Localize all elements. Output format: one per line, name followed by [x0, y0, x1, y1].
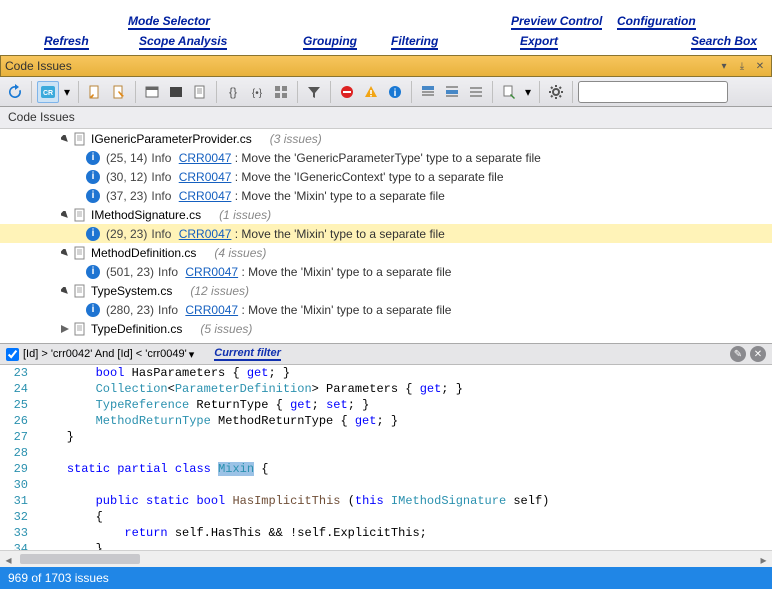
- window-titlebar: Code Issues ▾ ⤓ ✕: [0, 55, 772, 77]
- filter-bar: [Id] > 'crr0042' And [Id] < 'crr0049' ▾ …: [0, 344, 772, 365]
- search-input[interactable]: [587, 83, 742, 101]
- status-text: 969 of 1703 issues: [8, 571, 109, 585]
- group-window-button[interactable]: [141, 81, 163, 103]
- file-node[interactable]: IMethodSignature.cs (1 issues): [0, 205, 772, 224]
- rule-link[interactable]: CRR0047: [179, 227, 232, 241]
- mode-dropdown[interactable]: ▾: [61, 81, 73, 103]
- expander-icon[interactable]: [60, 324, 70, 334]
- preview-middle-button[interactable]: [441, 81, 463, 103]
- anno-config: Configuration: [617, 14, 696, 30]
- expander-icon[interactable]: [60, 210, 70, 220]
- info-icon: i: [86, 170, 100, 184]
- config-button[interactable]: [545, 81, 567, 103]
- expander-icon[interactable]: [60, 134, 70, 144]
- scroll-right-icon[interactable]: ▸: [755, 551, 772, 568]
- filter-error-button[interactable]: [336, 81, 358, 103]
- file-node[interactable]: TypeSystem.cs (12 issues): [0, 281, 772, 300]
- window-menu-icon[interactable]: ▾: [717, 59, 731, 73]
- info-icon: i: [86, 151, 100, 165]
- rule-link[interactable]: CRR0047: [179, 189, 232, 203]
- filter-funnel-button[interactable]: [303, 81, 325, 103]
- scroll-thumb[interactable]: [20, 554, 140, 564]
- issue-entry[interactable]: i (30, 12) Info CRR0047 : Move the 'IGen…: [0, 167, 772, 186]
- filter-checkbox[interactable]: [6, 348, 19, 361]
- filter-clear-button[interactable]: ✕: [750, 346, 766, 362]
- horizontal-scrollbar[interactable]: ◂ ▸: [0, 550, 772, 567]
- expander-icon[interactable]: [60, 248, 70, 258]
- issue-tree[interactable]: IGenericParameterProvider.cs (3 issues) …: [0, 129, 772, 344]
- filter-warning-button[interactable]: [360, 81, 382, 103]
- anno-refresh: Refresh: [44, 34, 89, 50]
- info-icon: i: [86, 303, 100, 317]
- anno-mode: Mode Selector: [128, 14, 210, 30]
- file-icon: [73, 208, 87, 222]
- filter-info-button[interactable]: i: [384, 81, 406, 103]
- group-dotbraces-button[interactable]: {•}: [246, 81, 268, 103]
- file-icon: [73, 284, 87, 298]
- info-icon: i: [86, 227, 100, 241]
- expander-icon[interactable]: [60, 286, 70, 296]
- info-icon: i: [86, 189, 100, 203]
- anno-search: Search Box: [691, 34, 757, 50]
- file-icon: [73, 322, 87, 336]
- file-node[interactable]: MethodDefinition.cs (4 issues): [0, 243, 772, 262]
- mode-cr-button[interactable]: CR: [37, 81, 59, 103]
- issue-entry[interactable]: i (29, 23) Info CRR0047 : Move the 'Mixi…: [0, 224, 772, 243]
- info-icon: i: [86, 265, 100, 279]
- rule-link[interactable]: CRR0047: [185, 303, 238, 317]
- file-icon: [73, 246, 87, 260]
- group-doc-button[interactable]: [189, 81, 211, 103]
- svg-text:i: i: [394, 88, 397, 99]
- preview-top-button[interactable]: [417, 81, 439, 103]
- anno-export: Export: [520, 34, 558, 50]
- issue-entry[interactable]: i (25, 14) Info CRR0047 : Move the 'Gene…: [0, 148, 772, 167]
- window-title: Code Issues: [5, 59, 717, 73]
- anno-scope: Scope Analysis: [139, 34, 227, 50]
- svg-text:{•}: {•}: [252, 88, 263, 99]
- code-preview[interactable]: 23 bool HasParameters { get; } 24 Collec…: [0, 365, 772, 550]
- search-box[interactable]: [578, 81, 728, 103]
- group-braces-button[interactable]: {}: [222, 81, 244, 103]
- status-bar: 969 of 1703 issues: [0, 567, 772, 589]
- scroll-left-icon[interactable]: ◂: [0, 551, 17, 568]
- rule-link[interactable]: CRR0047: [185, 265, 238, 279]
- anno-preview: Preview Control: [511, 14, 602, 30]
- svg-text:CR: CR: [43, 90, 53, 97]
- anno-grouping: Grouping: [303, 34, 357, 50]
- export-dropdown[interactable]: ▾: [522, 81, 534, 103]
- svg-text:{}: {}: [229, 85, 237, 99]
- filter-edit-button[interactable]: ✎: [730, 346, 746, 362]
- refresh-button[interactable]: [4, 81, 26, 103]
- toolbar: CR ▾ {} {•} i: [0, 77, 772, 107]
- preview-list-button[interactable]: [465, 81, 487, 103]
- filter-dropdown[interactable]: ▾: [189, 348, 195, 361]
- rule-link[interactable]: CRR0047: [179, 170, 232, 184]
- issue-entry[interactable]: i (37, 23) Info CRR0047 : Move the 'Mixi…: [0, 186, 772, 205]
- current-filter-label: Current filter: [214, 347, 281, 361]
- group-solid-button[interactable]: [165, 81, 187, 103]
- issue-entry[interactable]: i (501, 23) Info CRR0047 : Move the 'Mix…: [0, 262, 772, 281]
- file-node[interactable]: TypeDefinition.cs (5 issues): [0, 319, 772, 338]
- scope-file-button[interactable]: [84, 81, 106, 103]
- section-header: Code Issues: [0, 107, 772, 129]
- filter-expression[interactable]: [Id] > 'crr0042' And [Id] < 'crr0049': [23, 348, 187, 360]
- issue-entry[interactable]: i (280, 23) Info CRR0047 : Move the 'Mix…: [0, 300, 772, 319]
- annotation-layer: Refresh Mode Selector Scope Analysis Gro…: [0, 0, 772, 55]
- file-icon: [73, 132, 87, 146]
- rule-link[interactable]: CRR0047: [179, 151, 232, 165]
- group-grid-button[interactable]: [270, 81, 292, 103]
- file-node[interactable]: IGenericParameterProvider.cs (3 issues): [0, 129, 772, 148]
- export-button[interactable]: [498, 81, 520, 103]
- pin-icon[interactable]: ⤓: [735, 59, 749, 73]
- close-icon[interactable]: ✕: [753, 59, 767, 73]
- anno-filtering: Filtering: [391, 34, 438, 50]
- scope-folder-button[interactable]: [108, 81, 130, 103]
